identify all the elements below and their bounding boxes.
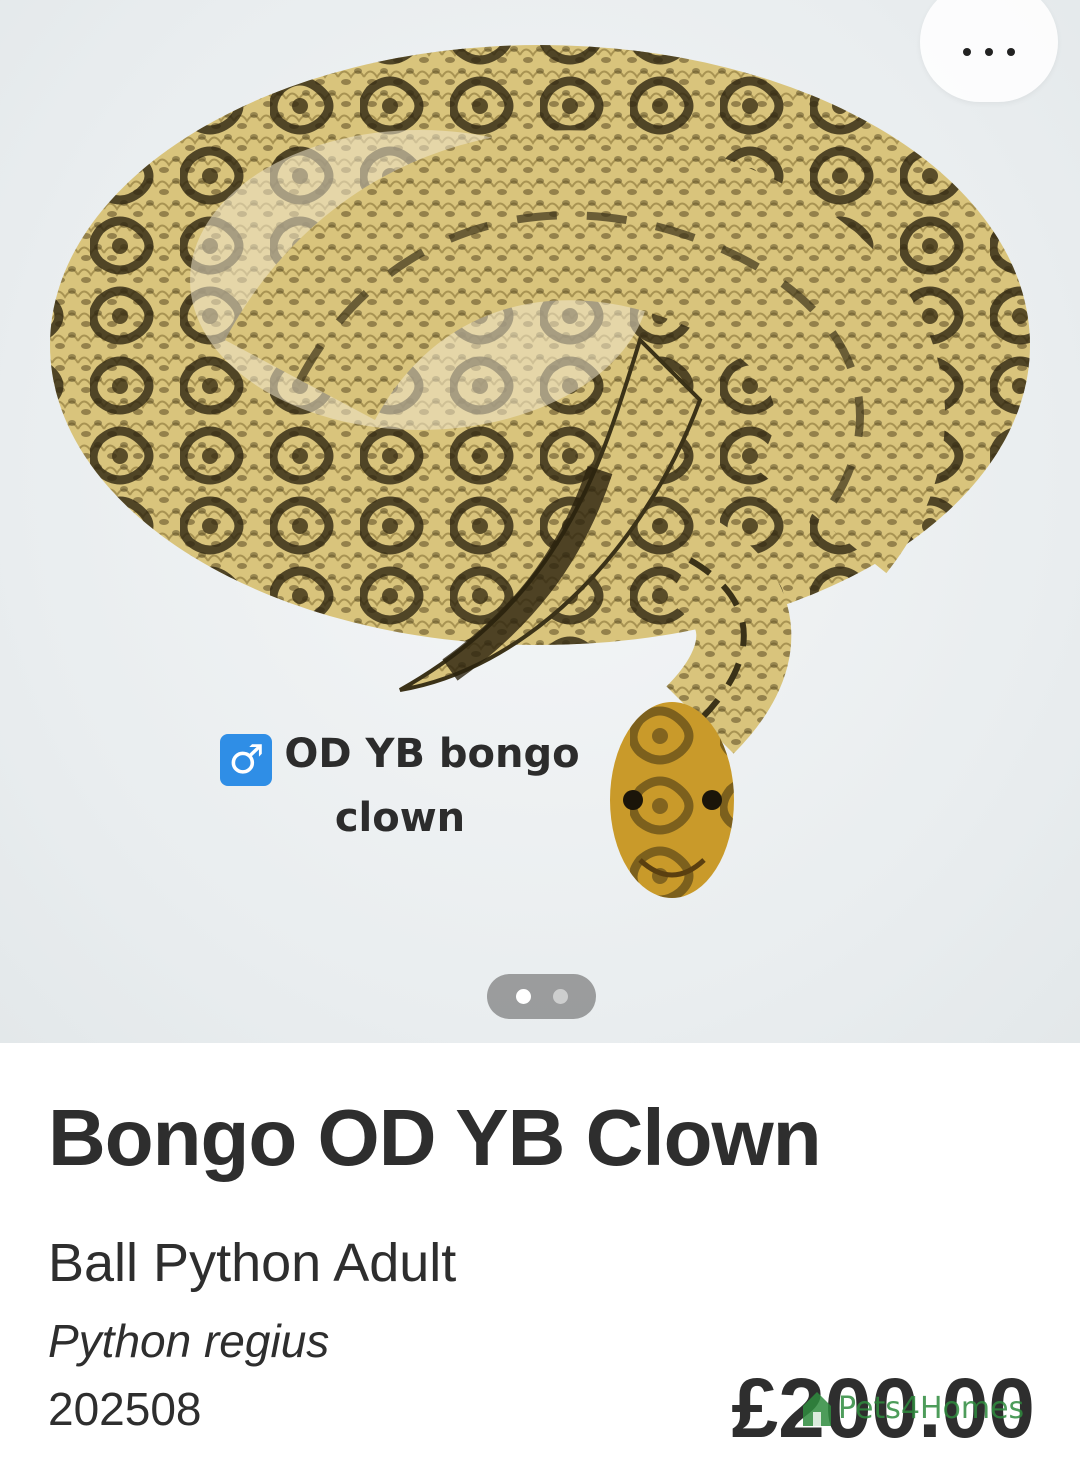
listing-subtitle: Ball Python Adult (48, 1233, 457, 1293)
pagination-dot-2[interactable] (552, 989, 568, 1004)
species-name: Python regius (48, 1315, 330, 1367)
photo-caption: ♂ OD YB bongo clown (200, 722, 600, 850)
listing-reference: 202508 (48, 1383, 202, 1435)
pets4homes-watermark: Pets4Homes (800, 1378, 1024, 1438)
listing-photo-carousel[interactable]: ♂ OD YB bongo clown (0, 0, 1080, 1043)
photo-caption-text: OD YB bongo clown (284, 731, 580, 841)
house-logo-icon (803, 1392, 831, 1426)
male-symbol-icon: ♂ (220, 734, 273, 786)
more-horizontal-icon (963, 48, 1015, 56)
watermark-text: Pets4Homes (838, 1390, 1025, 1426)
listing-title: Bongo OD YB Clown (48, 1093, 822, 1182)
carousel-pagination[interactable] (487, 974, 596, 1019)
more-options-button[interactable] (920, 0, 1058, 102)
snake-photo (50, 45, 1030, 898)
pagination-dot-1[interactable] (515, 989, 531, 1004)
